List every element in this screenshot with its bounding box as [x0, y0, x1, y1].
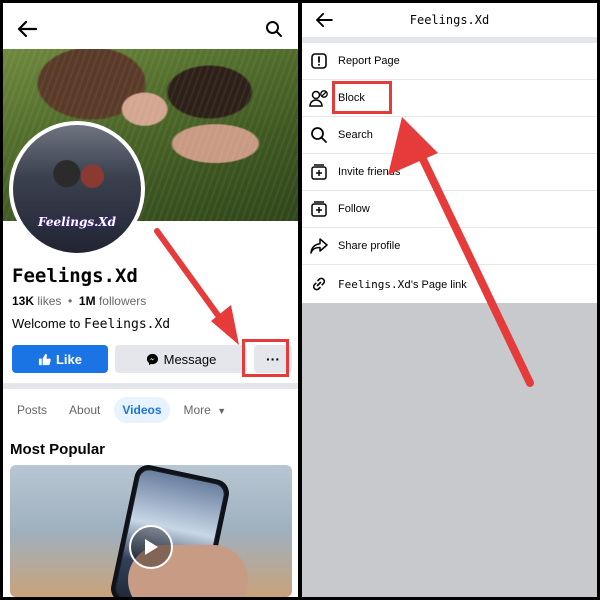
profile-avatar[interactable]: Feelings.Xd	[9, 121, 145, 257]
page-stats: 13K likes • 1M followers	[12, 294, 147, 308]
followers-label: followers	[98, 294, 147, 308]
back-arrow-icon[interactable]	[13, 15, 41, 43]
menu-item-label: Report Page	[338, 55, 400, 67]
likes-count: 13K	[12, 294, 35, 308]
messenger-icon	[146, 353, 158, 365]
section-title: Most Popular	[10, 441, 106, 458]
page-link-name: Feelings.Xd	[338, 277, 411, 291]
avatar-watermark: Feelings.Xd	[38, 215, 116, 229]
intro-prefix: Welcome to	[12, 316, 81, 331]
menu-item-label: Share profile	[338, 240, 401, 252]
menu-item-label: Invite friends	[338, 166, 401, 178]
section-divider	[3, 383, 298, 389]
tab-videos[interactable]: Videos	[114, 397, 170, 423]
tab-more-label: More	[183, 403, 211, 417]
menu-item-share[interactable]: Share profile	[302, 228, 597, 265]
menu-item-follow[interactable]: Follow	[302, 191, 597, 228]
options-top-bar: Feelings.Xd	[302, 3, 597, 37]
like-button-label: Like	[55, 351, 82, 367]
profile-tabs: Posts About Videos More ▼	[9, 397, 234, 423]
invite-icon	[308, 161, 330, 183]
page-title: Feelings.Xd	[12, 265, 138, 287]
block-user-icon	[308, 87, 330, 109]
follow-icon	[308, 198, 330, 220]
options-title: Feelings.Xd	[409, 13, 490, 27]
message-button[interactable]: Message	[115, 345, 247, 373]
link-icon	[308, 273, 330, 295]
page-link-suffix: 's Page link	[410, 278, 467, 291]
likes-label: likes	[37, 294, 62, 308]
followers-count: 1M	[78, 294, 96, 308]
search-icon[interactable]	[260, 15, 288, 43]
thumbs-up-icon	[38, 353, 51, 365]
tab-posts[interactable]: Posts	[9, 397, 55, 423]
like-button[interactable]: Like	[12, 345, 108, 373]
page-profile-panel: Feelings.Xd Feelings.Xd 13K likes • 1M f…	[3, 3, 298, 597]
message-button-label: Message	[163, 351, 217, 367]
menu-item-page-link[interactable]: Feelings.Xd's Page link	[302, 265, 597, 303]
menu-item-report[interactable]: Report Page	[302, 43, 597, 80]
menu-item-invite[interactable]: Invite friends	[302, 154, 597, 191]
tab-more[interactable]: More ▼	[176, 397, 235, 423]
more-button-highlight	[242, 339, 289, 377]
tab-about[interactable]: About	[61, 397, 108, 423]
page-options-panel: Feelings.Xd Report Page Block Search Inv…	[302, 3, 597, 597]
menu-item-label: Search	[338, 129, 373, 141]
block-highlight	[332, 81, 392, 114]
play-icon[interactable]	[129, 525, 173, 569]
share-icon	[308, 235, 330, 257]
top-bar	[3, 9, 298, 49]
report-icon	[308, 50, 330, 72]
search-icon	[308, 124, 330, 146]
caret-down-icon: ▼	[217, 406, 227, 416]
intro-page-name: Feelings.Xd	[84, 317, 171, 332]
menu-item-search[interactable]: Search	[302, 117, 597, 154]
menu-item-label: Follow	[338, 203, 370, 215]
video-thumbnail[interactable]	[10, 465, 292, 597]
page-intro: Welcome to Feelings.Xd	[12, 316, 170, 332]
